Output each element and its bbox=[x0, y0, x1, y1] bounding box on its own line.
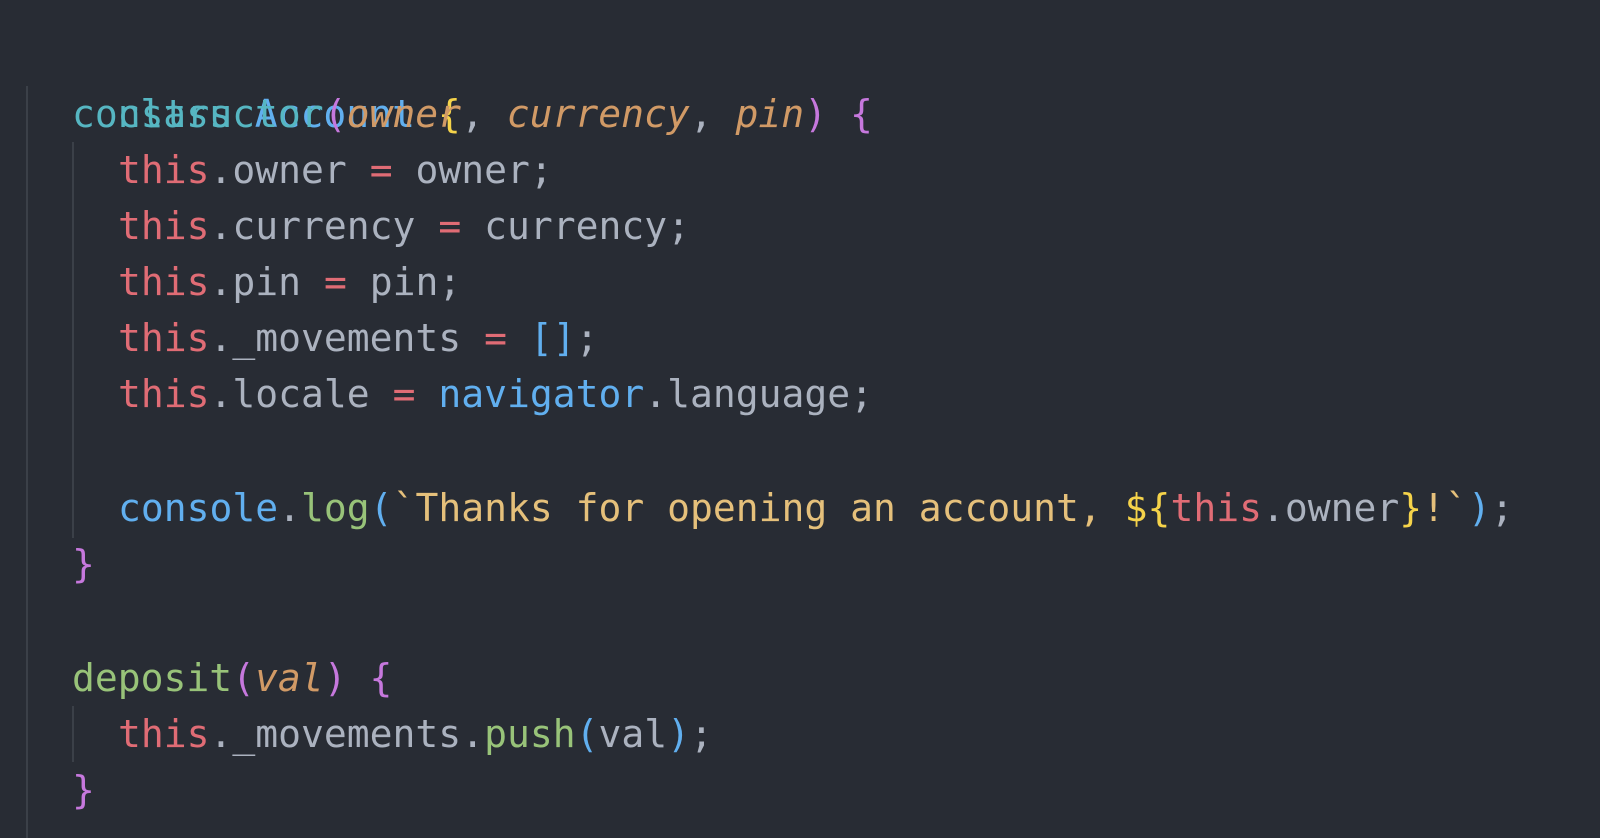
empty-array: [] bbox=[529, 316, 576, 360]
template-string: `Thanks for opening an account, bbox=[392, 486, 1125, 530]
method-call: log bbox=[301, 486, 370, 530]
keyword-this: this bbox=[118, 712, 210, 756]
code-line-13: this._movements.push(val); bbox=[26, 706, 713, 762]
paren-open: ( bbox=[575, 712, 599, 756]
identifier: pin bbox=[369, 260, 439, 304]
dot: . bbox=[209, 372, 233, 416]
dot: . bbox=[209, 204, 233, 248]
member: language bbox=[667, 372, 851, 416]
paren-close: ) bbox=[1467, 486, 1491, 530]
keyword-this: this bbox=[118, 204, 210, 248]
property: _movements bbox=[232, 316, 462, 360]
code-line-5: this.pin = pin; bbox=[26, 254, 461, 310]
semicolon: ; bbox=[575, 316, 599, 360]
dot: . bbox=[209, 148, 233, 192]
dot: . bbox=[461, 712, 485, 756]
identifier: currency bbox=[484, 204, 668, 248]
method-name: deposit bbox=[72, 656, 233, 700]
comma: , bbox=[460, 92, 507, 136]
code-line-6: this._movements = []; bbox=[26, 310, 599, 366]
semicolon: ; bbox=[667, 204, 691, 248]
paren-open: ( bbox=[369, 486, 393, 530]
property: _movements bbox=[232, 712, 462, 756]
global-object: navigator bbox=[438, 372, 645, 416]
template-close: } bbox=[1399, 486, 1423, 530]
paren-close: ) bbox=[667, 712, 691, 756]
code-line-1: class Account { bbox=[26, 30, 461, 136]
semicolon: ; bbox=[850, 372, 874, 416]
code-editor[interactable]: class Account { constructor(owner, curre… bbox=[0, 0, 1600, 838]
keyword-this: this bbox=[118, 372, 210, 416]
property: pin bbox=[232, 260, 302, 304]
semicolon: ; bbox=[690, 712, 713, 756]
operator-assign: = bbox=[392, 372, 416, 416]
code-line-2: constructor(owner, currency, pin) { bbox=[26, 86, 873, 142]
operator-assign: = bbox=[484, 316, 507, 360]
semicolon: ; bbox=[529, 148, 553, 192]
property: owner bbox=[232, 148, 347, 192]
method-call: push bbox=[484, 712, 576, 756]
keyword-this: this bbox=[118, 148, 210, 192]
dot: . bbox=[278, 486, 302, 530]
semicolon: ; bbox=[1490, 486, 1514, 530]
operator-assign: = bbox=[369, 148, 393, 192]
dot: . bbox=[1261, 486, 1285, 530]
brace-open: { bbox=[849, 92, 873, 136]
paren-open: ( bbox=[323, 92, 347, 136]
paren-close: ) bbox=[323, 656, 347, 700]
paren-open: ( bbox=[232, 656, 256, 700]
semicolon: ; bbox=[438, 260, 462, 304]
paren-close: ) bbox=[804, 92, 828, 136]
global-object: console bbox=[118, 486, 279, 530]
property: owner bbox=[1284, 486, 1400, 530]
comma: , bbox=[689, 92, 736, 136]
param-val: val bbox=[255, 656, 324, 700]
param-owner: owner bbox=[346, 92, 461, 136]
operator-assign: = bbox=[438, 204, 462, 248]
identifier: owner bbox=[415, 148, 530, 192]
dot: . bbox=[644, 372, 668, 416]
dot: . bbox=[209, 712, 233, 756]
code-line-7: this.locale = navigator.language; bbox=[26, 366, 873, 422]
code-line-12: deposit(val) { bbox=[26, 650, 392, 706]
code-line-10: } bbox=[26, 536, 95, 592]
keyword-this: this bbox=[1170, 486, 1262, 530]
dot: . bbox=[209, 260, 233, 304]
brace-close: } bbox=[72, 542, 95, 586]
keyword-this: this bbox=[118, 260, 210, 304]
template-open: ${ bbox=[1124, 486, 1171, 530]
param-currency: currency bbox=[506, 92, 690, 136]
template-string-end: !` bbox=[1422, 486, 1468, 530]
code-line-9: console.log(`Thanks for opening an accou… bbox=[26, 480, 1514, 536]
keyword-this: this bbox=[118, 316, 210, 360]
brace-open: { bbox=[369, 656, 393, 700]
identifier: val bbox=[598, 712, 668, 756]
property: locale bbox=[232, 372, 370, 416]
operator-assign: = bbox=[323, 260, 347, 304]
dot: . bbox=[209, 316, 233, 360]
method-name: constructor bbox=[72, 92, 324, 136]
code-line-14: } bbox=[26, 762, 95, 818]
code-line-3: this.owner = owner; bbox=[26, 142, 553, 198]
property: currency bbox=[232, 204, 416, 248]
brace-close: } bbox=[72, 768, 95, 812]
param-pin: pin bbox=[735, 92, 805, 136]
code-line-4: this.currency = currency; bbox=[26, 198, 690, 254]
